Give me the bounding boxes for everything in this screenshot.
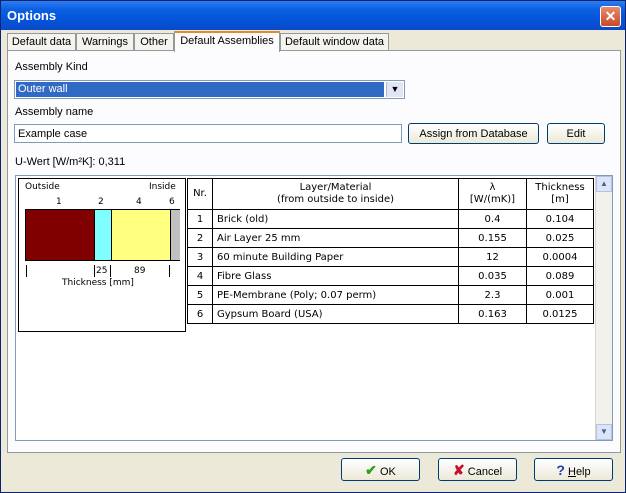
wall-section-diagram: Outside Inside 1 2 4 6 25 89 Thickness [… — [18, 178, 186, 332]
cell-material: Fibre Glass — [212, 266, 459, 286]
cell-material: Brick (old) — [212, 209, 459, 229]
thickness-header-unit: [m] — [551, 194, 569, 205]
table-row[interactable]: 4 Fibre Glass 0.035 0.089 — [187, 266, 594, 286]
cell-thickness: 0.104 — [526, 209, 594, 229]
dimension-tick — [110, 265, 111, 277]
cancel-label: Cancel — [467, 466, 503, 478]
cell-material: Gypsum Board (USA) — [212, 304, 459, 324]
scroll-up-icon[interactable]: ▲ — [596, 176, 612, 192]
cell-thickness: 0.089 — [526, 266, 594, 286]
table-row[interactable]: 5 PE-Membrane (Poly; 0.07 perm) 2.3 0.00… — [187, 285, 594, 305]
assembly-name-input[interactable]: Example case — [14, 124, 402, 143]
assembly-name-label: Assembly name — [15, 106, 94, 118]
checkmark-icon: ✔ — [365, 462, 377, 478]
cell-lambda: 0.035 — [458, 266, 527, 286]
ok-button[interactable]: ✔ OK — [341, 458, 420, 481]
dimension-tick — [26, 265, 27, 277]
column-header-lambda: λ [W/(mK)] — [458, 178, 527, 210]
assign-from-database-button[interactable]: Assign from Database — [408, 123, 539, 144]
cell-nr: 4 — [187, 266, 213, 286]
chevron-down-icon[interactable]: ▼ — [386, 82, 403, 97]
help-button[interactable]: ? Help — [534, 458, 613, 481]
fibre-glass-layer — [111, 210, 170, 260]
tab-default-window-data[interactable]: Default window data — [280, 33, 389, 50]
cell-lambda: 12 — [458, 247, 527, 267]
assembly-grid: Outside Inside 1 2 4 6 25 89 Thickness [… — [15, 175, 613, 441]
lambda-header-unit: [W/(mK)] — [469, 194, 516, 205]
help-mnemonic: H — [567, 466, 576, 478]
cell-thickness: 0.001 — [526, 285, 594, 305]
thickness-header-title: Thickness — [535, 182, 585, 193]
layer-stack — [25, 209, 180, 261]
table-row[interactable]: 1 Brick (old) 0.4 0.104 — [187, 209, 594, 229]
thickness-axis-label: Thickness [mm] — [62, 278, 134, 288]
cancel-button[interactable]: ✘ Cancel — [438, 458, 517, 481]
cell-nr: 1 — [187, 209, 213, 229]
cell-thickness: 0.025 — [526, 228, 594, 248]
layer-header-subtitle: (from outside to inside) — [276, 194, 395, 205]
dimension-tick — [169, 265, 170, 277]
cell-nr: 3 — [187, 247, 213, 267]
tab-warnings[interactable]: Warnings — [76, 33, 134, 50]
layer-number: 1 — [56, 197, 62, 207]
layer-header-title: Layer/Material — [299, 182, 372, 193]
inside-label: Inside — [149, 182, 176, 192]
cell-thickness: 0.0125 — [526, 304, 594, 324]
assembly-kind-label: Assembly Kind — [15, 61, 88, 73]
cell-lambda: 0.155 — [458, 228, 527, 248]
dimension-tick — [94, 265, 95, 277]
layer-number: 6 — [169, 197, 175, 207]
dimension-value: 25 — [96, 266, 108, 276]
cell-material: 60 minute Building Paper — [212, 247, 459, 267]
edit-button[interactable]: Edit — [547, 123, 605, 144]
cell-thickness: 0.0004 — [526, 247, 594, 267]
brick-layer — [26, 210, 94, 260]
assembly-kind-select[interactable]: Outer wall ▼ — [14, 80, 405, 99]
cell-lambda: 2.3 — [458, 285, 527, 305]
table-header-row: Nr. Layer/Material (from outside to insi… — [187, 178, 594, 210]
layer-number: 2 — [98, 197, 104, 207]
tab-default-assemblies[interactable]: Default Assemblies — [174, 31, 280, 52]
help-label-rest: elp — [575, 466, 591, 478]
table-row[interactable]: 6 Gypsum Board (USA) 0.163 0.0125 — [187, 304, 594, 324]
ok-label: OK — [379, 466, 396, 478]
cell-material: PE-Membrane (Poly; 0.07 perm) — [212, 285, 459, 305]
cell-lambda: 0.163 — [458, 304, 527, 324]
window-title: Options — [7, 8, 57, 23]
close-button[interactable]: ✕ — [600, 6, 621, 27]
question-mark-icon: ? — [556, 462, 565, 478]
table-row[interactable]: 2 Air Layer 25 mm 0.155 0.025 — [187, 228, 594, 248]
outside-label: Outside — [25, 182, 60, 192]
cell-nr: 5 — [187, 285, 213, 305]
gypsum-layer — [170, 210, 180, 260]
cross-icon: ✘ — [452, 462, 465, 478]
tab-other[interactable]: Other — [134, 33, 174, 50]
scroll-down-icon[interactable]: ▼ — [596, 424, 612, 440]
dimension-value: 89 — [134, 266, 146, 276]
lambda-header-title: λ — [489, 182, 496, 193]
help-label: Help — [568, 466, 591, 478]
column-header-layer: Layer/Material (from outside to inside) — [212, 178, 459, 210]
u-value-text: U-Wert [W/m²K]: 0,311 — [15, 156, 126, 168]
options-dialog: Options ✕ Default data Warnings Other De… — [0, 0, 626, 493]
air-layer — [94, 210, 111, 260]
cell-lambda: 0.4 — [458, 209, 527, 229]
layer-table: Nr. Layer/Material (from outside to insi… — [187, 178, 594, 324]
column-header-thickness: Thickness [m] — [526, 178, 594, 210]
dialog-footer: ✔ OK ✘ Cancel ? Help — [1, 452, 625, 492]
vertical-scrollbar[interactable]: ▲ ▼ — [595, 176, 612, 440]
column-header-nr: Nr. — [187, 178, 213, 210]
assembly-kind-value: Outer wall — [16, 82, 384, 97]
cell-material: Air Layer 25 mm — [212, 228, 459, 248]
layer-number: 4 — [136, 197, 142, 207]
title-bar[interactable]: Options ✕ — [1, 1, 625, 30]
tab-default-data[interactable]: Default data — [7, 33, 76, 50]
table-row[interactable]: 3 60 minute Building Paper 12 0.0004 — [187, 247, 594, 267]
cell-nr: 2 — [187, 228, 213, 248]
cell-nr: 6 — [187, 304, 213, 324]
